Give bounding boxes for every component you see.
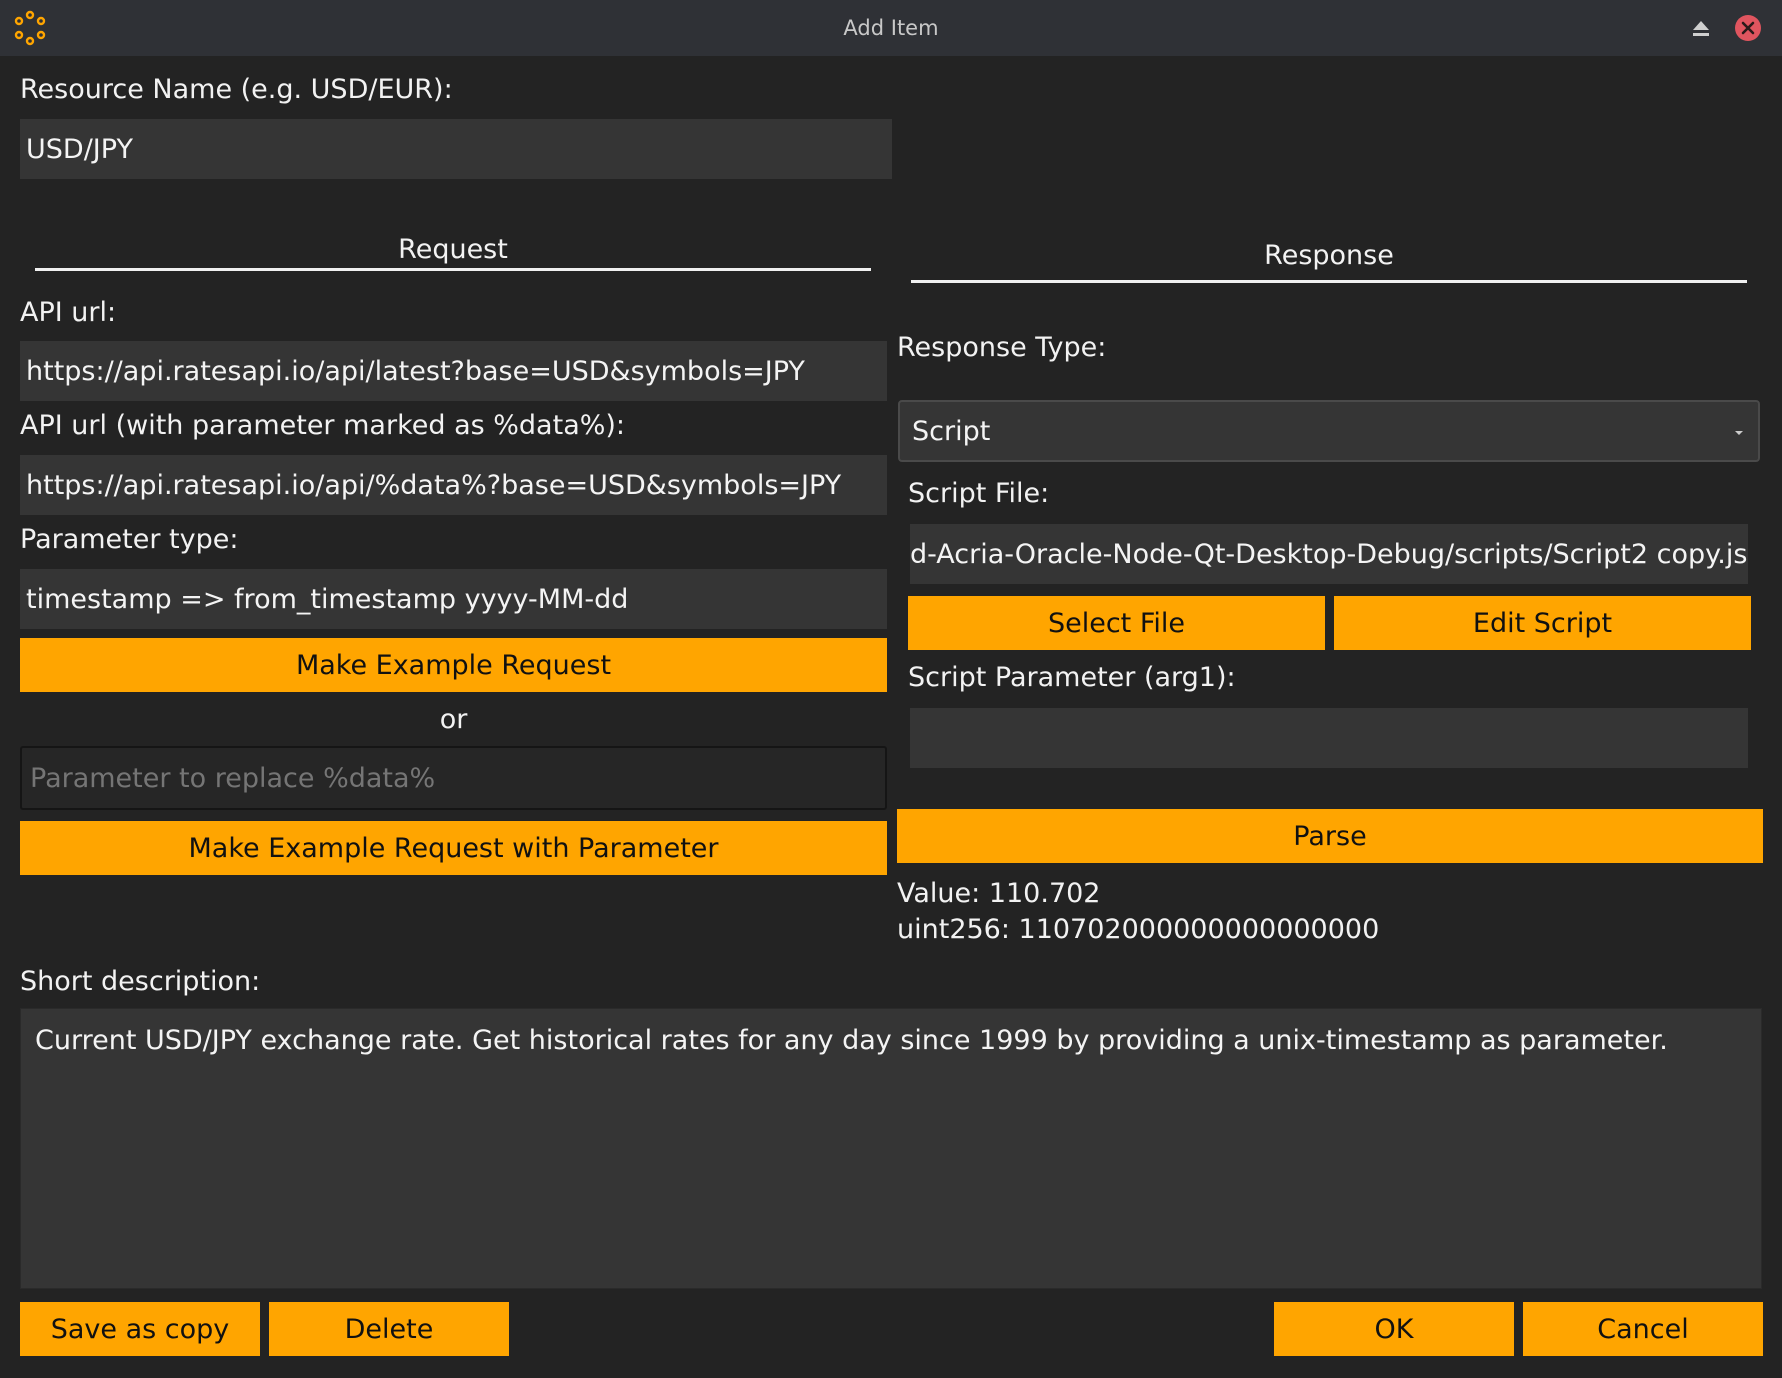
response-divider [911, 280, 1747, 283]
resource-name-value: USD/JPY [26, 133, 133, 165]
resource-name-input[interactable]: USD/JPY [20, 119, 892, 179]
response-type-value: Script [912, 415, 991, 447]
api-url-param-label: API url (with parameter marked as %data%… [20, 410, 626, 441]
script-file-value: d-Acria-Oracle-Node-Qt-Desktop-Debug/scr… [910, 538, 1748, 570]
close-button[interactable] [1733, 13, 1763, 43]
short-description-label: Short description: [20, 966, 261, 997]
window-title: Add Item [843, 16, 939, 40]
api-url-param-value: https://api.ratesapi.io/api/%data%?base=… [26, 469, 842, 501]
api-url-label: API url: [20, 297, 117, 328]
resource-name-label: Resource Name (e.g. USD/EUR): [20, 74, 453, 105]
uint256-text: uint256: 110702000000000000000 [897, 914, 1380, 945]
parse-button[interactable]: Parse [897, 809, 1763, 863]
value-text: Value: 110.702 [897, 878, 1101, 909]
make-example-request-button[interactable]: Make Example Request [20, 638, 887, 692]
short-description-value: Current USD/JPY exchange rate. Get histo… [35, 1025, 1668, 1056]
param-type-label: Parameter type: [20, 524, 239, 555]
close-icon [1735, 15, 1761, 41]
ok-button[interactable]: OK [1274, 1302, 1514, 1356]
delete-button[interactable]: Delete [269, 1302, 509, 1356]
chevron-down-icon [1735, 431, 1743, 435]
cancel-button[interactable]: Cancel [1523, 1302, 1763, 1356]
response-type-label: Response Type: [897, 332, 1107, 363]
param-type-select[interactable]: timestamp => from_timestamp yyyy-MM-dd [20, 569, 887, 629]
save-as-copy-button[interactable]: Save as copy [20, 1302, 260, 1356]
make-example-request-parameter-button[interactable]: Make Example Request with Parameter [20, 821, 887, 875]
response-heading: Response [1264, 240, 1394, 271]
or-text: or [439, 704, 468, 735]
script-file-label: Script File: [908, 478, 1050, 509]
eject-icon [1693, 21, 1709, 36]
api-url-param-input[interactable]: https://api.ratesapi.io/api/%data%?base=… [20, 455, 887, 515]
script-parameter-label: Script Parameter (arg1): [908, 662, 1236, 693]
script-parameter-input[interactable] [910, 708, 1748, 768]
request-divider [35, 268, 871, 271]
request-heading: Request [398, 234, 508, 265]
select-file-button[interactable]: Select File [908, 596, 1325, 650]
api-url-value: https://api.ratesapi.io/api/latest?base=… [26, 355, 805, 387]
shade-button[interactable] [1686, 14, 1716, 42]
param-type-value: timestamp => from_timestamp yyyy-MM-dd [26, 583, 629, 615]
edit-script-button[interactable]: Edit Script [1334, 596, 1751, 650]
script-file-input[interactable]: d-Acria-Oracle-Node-Qt-Desktop-Debug/scr… [910, 524, 1748, 584]
response-type-select[interactable]: Script [898, 400, 1760, 462]
api-url-input[interactable]: https://api.ratesapi.io/api/latest?base=… [20, 341, 887, 401]
short-description-textarea[interactable]: Current USD/JPY exchange rate. Get histo… [20, 1008, 1762, 1289]
parameter-input[interactable] [20, 746, 887, 810]
